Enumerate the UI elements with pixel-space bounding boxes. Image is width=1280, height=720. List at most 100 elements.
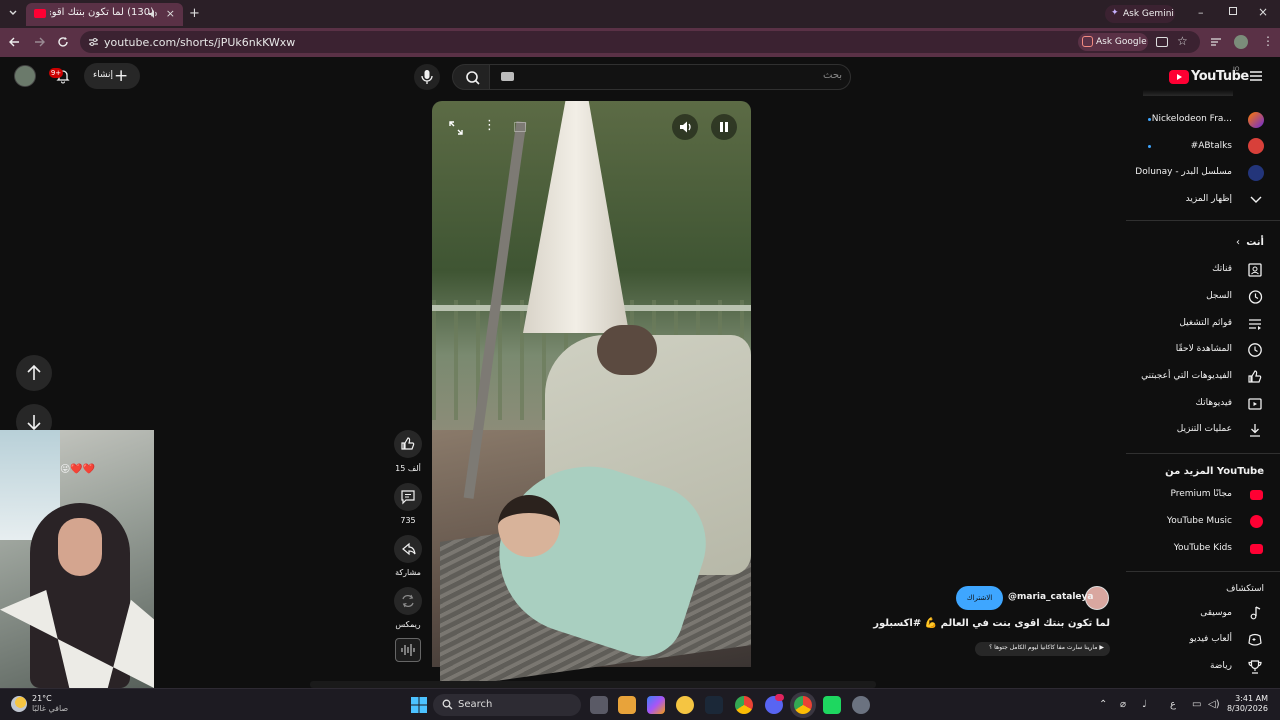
sidebar-subscription-label[interactable]: Nickelodeon Fra... [1152,114,1232,124]
reading-list-icon[interactable] [1210,37,1222,47]
comment-icon [401,490,415,505]
ask-gemini-button[interactable]: ✦ Ask Gemini [1105,5,1175,23]
install-app-icon[interactable] [1156,37,1168,47]
progress-track[interactable] [310,681,876,688]
sidebar-item-label[interactable]: ألعاب فيديو [1189,634,1232,644]
chevron-down-icon[interactable] [1250,196,1262,204]
window-close-icon[interactable]: × [1258,5,1268,19]
video-scene-man-head [597,325,657,375]
account-avatar[interactable] [14,65,36,87]
windows-start-icon[interactable] [410,696,428,714]
speaker-icon[interactable] [148,9,158,19]
chrome-active-icon[interactable] [794,696,812,714]
weather-icon[interactable] [11,696,27,712]
you-section-header[interactable]: أنت [1246,237,1264,248]
captions-icon[interactable] [514,122,526,132]
tab-title: (130) لما تكون بنتك اقوى بنت... [50,7,154,18]
channel-handle[interactable]: @maria_cataleya [1008,592,1093,602]
thumbs-up-icon [401,437,415,450]
you-header-label: أنت [1246,237,1264,248]
back-icon[interactable] [9,36,21,48]
chrome-icon[interactable] [735,696,753,714]
weather-widget[interactable]: 21°C صافي غالبًا [32,694,68,714]
ask-google-label: Ask Google [1096,37,1147,47]
sidebar-item-label[interactable]: YouTube Kids [1174,543,1232,553]
search-icon [466,71,480,85]
comments-button[interactable] [394,483,422,511]
chrome-menu-icon[interactable]: ⋮ [1262,34,1274,48]
plus-icon: + [114,66,129,86]
voice-search-button[interactable] [414,64,440,90]
youtube-favicon-icon [34,9,46,18]
like-button[interactable] [394,430,422,458]
search-input[interactable] [489,64,851,90]
sidebar-item-label[interactable]: المشاهدة لاحقًا [1176,344,1232,354]
subscribe-button[interactable]: الاشتراك [956,586,1003,610]
bookmark-star-icon[interactable]: ☆ [1177,34,1188,48]
sound-pill[interactable]: ▶ مارينا سارت مفا كاكانيا ليوم الكامل جت… [975,642,1110,656]
history-icon [1247,289,1263,305]
sidebar-item-label[interactable]: قناتك [1212,264,1232,274]
sidebar-item-label[interactable]: عمليات التنزيل [1177,424,1232,434]
steam-icon[interactable] [705,696,723,714]
pause-button[interactable] [711,114,737,140]
reload-icon[interactable] [57,36,69,48]
new-tab-button[interactable]: + [189,6,200,21]
sidebar-item-label[interactable]: فيديوهاتك [1196,398,1232,408]
tray-overflow-icon[interactable]: ⌃ [1099,699,1107,710]
kids-icon [1250,544,1263,554]
share-icon [402,542,416,556]
site-info-icon[interactable] [88,37,99,47]
sidebar-subscription-label[interactable]: #ABtalks [1191,141,1232,151]
network-off-icon[interactable]: ⌀ [1120,699,1126,710]
playlists-icon [1247,316,1263,332]
show-more-label[interactable]: إظهار المزيد [1186,194,1232,204]
forward-icon[interactable] [33,36,45,48]
fullscreen-icon[interactable] [448,120,464,136]
volume-tray-icon[interactable]: ◁) [1208,699,1220,710]
sidebar-item-label[interactable]: Premium مجانًا [1170,489,1232,499]
settings-gear-icon[interactable] [852,696,870,714]
display-icon[interactable]: ▭ [1192,699,1201,710]
minimize-icon[interactable]: – [1198,6,1204,19]
sidebar-item-label[interactable]: موسيقى [1200,608,1232,618]
remix-button[interactable] [394,587,422,615]
sidebar-subscription-label[interactable]: Dolunay - مسلسل البدر [1135,167,1232,177]
store-icon[interactable] [618,696,636,714]
app-green-icon[interactable] [823,696,841,714]
sidebar-item-label[interactable]: رياضة [1210,661,1232,671]
input-language[interactable]: ع [1170,699,1176,710]
volume-icon [680,121,691,133]
maximize-icon[interactable] [1229,7,1237,15]
sidebar-item-label[interactable]: الفيديوهات التي أعجبتني [1141,371,1232,381]
task-view-icon[interactable] [590,696,608,714]
weather-description: صافي غالبًا [32,704,69,713]
profile-avatar[interactable] [1234,35,1248,49]
sidebar-item-label[interactable]: قوائم التشغيل [1179,318,1232,328]
browser-tab[interactable]: (130) لما تكون بنتك اقوى بنت... × [26,3,183,26]
tray-mic-icon[interactable]: ♩ [1142,699,1147,710]
copilot-icon[interactable] [647,696,665,714]
tab-close-button[interactable]: × [166,7,175,20]
more-options-icon[interactable]: ⋮ [483,118,496,133]
taskbar-clock[interactable]: 3:41 AM 8/30/2026 [1222,694,1268,714]
search-button[interactable] [452,64,492,90]
remix-label: ريمكس [395,620,421,629]
sound-thumbnail[interactable] [395,638,421,662]
menu-hamburger-icon[interactable] [1249,70,1263,82]
messenger-icon[interactable] [676,696,694,714]
volume-button[interactable] [672,114,698,140]
share-button[interactable] [394,535,422,563]
arrow-up-icon [27,364,41,380]
sidebar-item-label[interactable]: YouTube Music [1167,516,1232,526]
ask-google-button[interactable]: Ask Google [1078,33,1148,51]
notification-badge: 9+ [49,68,63,78]
keyboard-icon[interactable] [501,72,514,81]
previous-short-button[interactable] [16,355,52,391]
tab-search-icon[interactable] [8,8,18,18]
url-text[interactable]: youtube.com/shorts/jPUk6nkKWxw [104,36,295,49]
taskbar-search[interactable] [433,694,581,716]
audio-wave-icon [401,644,415,656]
chevron-left-icon: ‹ [1236,237,1240,248]
sidebar-item-label[interactable]: السجل [1206,291,1232,301]
